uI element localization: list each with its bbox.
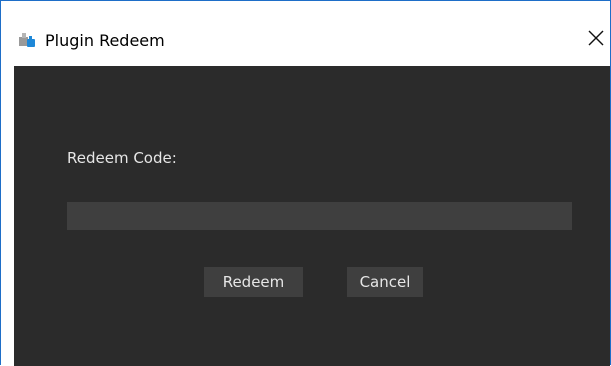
- plugin-redeem-dialog: Plugin Redeem Redeem Code: Redeem Cancel: [0, 0, 611, 366]
- dialog-content: Redeem Code: Redeem Cancel: [14, 66, 610, 366]
- redeem-code-label: Redeem Code:: [67, 149, 177, 167]
- close-icon: [588, 30, 604, 46]
- close-button[interactable]: [582, 18, 610, 58]
- redeem-code-input[interactable]: [67, 202, 572, 230]
- puzzle-plugin-icon: [18, 30, 36, 48]
- cancel-button[interactable]: Cancel: [347, 267, 423, 297]
- title-bar[interactable]: Plugin Redeem: [1, 1, 610, 66]
- window-title: Plugin Redeem: [45, 31, 165, 50]
- redeem-button[interactable]: Redeem: [204, 267, 303, 297]
